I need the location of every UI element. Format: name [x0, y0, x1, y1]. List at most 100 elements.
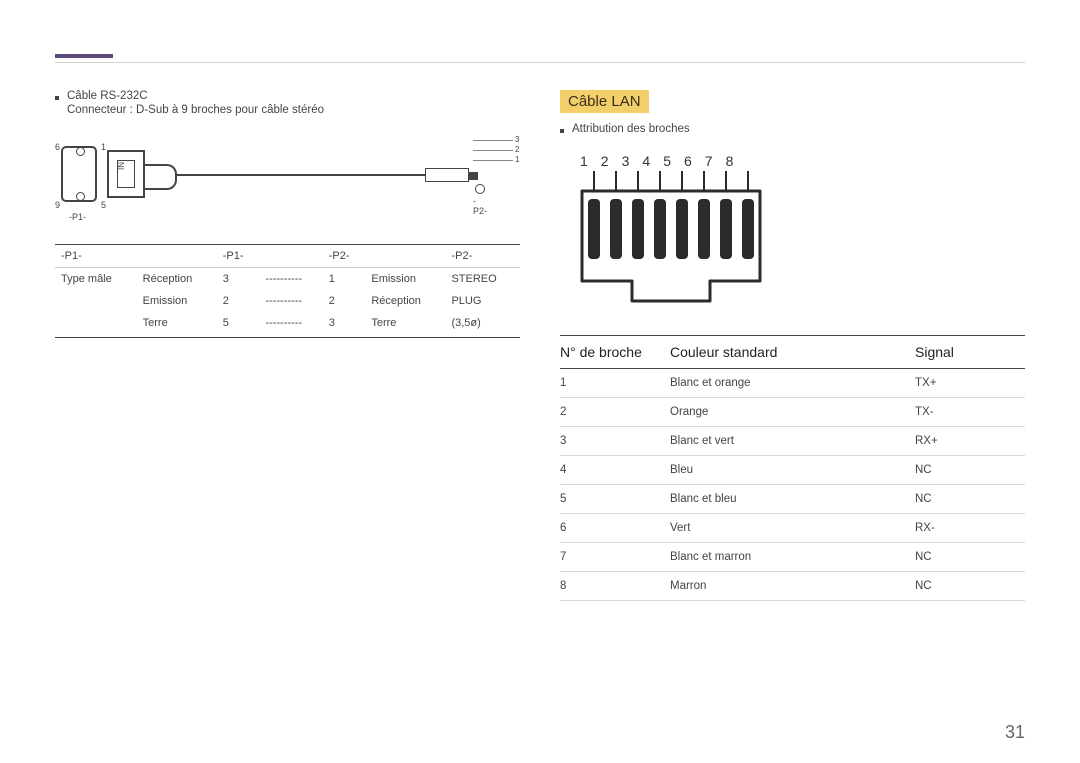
- cell: RX-: [915, 522, 1025, 534]
- table-row: 5 Blanc et bleu NC: [560, 485, 1025, 514]
- th: -P1-: [55, 245, 137, 268]
- pin-num: 7: [705, 153, 713, 169]
- cable-line-icon: [145, 174, 425, 176]
- lead-num: 3: [515, 135, 519, 144]
- pin-num: 1: [580, 153, 588, 169]
- table-row: 1 Blanc et orange TX+: [560, 369, 1025, 398]
- table-row: 7 Blanc et marron NC: [560, 543, 1025, 572]
- dsub-connector-icon: [107, 150, 145, 198]
- lan-section-title: Câble LAN: [560, 90, 649, 113]
- pin-num: 6: [684, 153, 692, 169]
- table-header-row: -P1- -P1- -P2- -P2-: [55, 245, 520, 268]
- lead-num: 1: [515, 155, 519, 164]
- rs232-pin-table: -P1- -P1- -P2- -P2- Type mâle Réception …: [55, 244, 520, 338]
- cell: 2: [323, 290, 366, 312]
- cell: STEREO: [445, 268, 520, 291]
- jack-ring-icon: [475, 184, 485, 194]
- cell: Orange: [670, 406, 915, 418]
- table-row: 2 Orange TX-: [560, 398, 1025, 427]
- cell: NC: [915, 551, 1025, 563]
- th: -P2-: [445, 245, 520, 268]
- cell: Blanc et marron: [670, 551, 915, 563]
- lead-line: [473, 140, 513, 141]
- rs232-title: Câble RS-232C: [67, 90, 148, 102]
- cell: Blanc et orange: [670, 377, 915, 389]
- cell: 3: [217, 268, 260, 291]
- th: [259, 245, 322, 268]
- rj45-connector-icon: [576, 171, 756, 311]
- cell: TX-: [915, 406, 1025, 418]
- rs232-diagram: IN 6 1 9 5 -P1- 3 2 1 -P2-: [55, 132, 485, 232]
- cell: Blanc et bleu: [670, 493, 915, 505]
- cell: Réception: [137, 268, 217, 291]
- pin-num: 3: [622, 153, 630, 169]
- cell: 6: [560, 522, 670, 534]
- table-row: 3 Blanc et vert RX+: [560, 427, 1025, 456]
- table-row: 6 Vert RX-: [560, 514, 1025, 543]
- cell: NC: [915, 580, 1025, 592]
- cell: 3: [560, 435, 670, 447]
- table-row: Emission 2 ---------- 2 Réception PLUG: [55, 290, 520, 312]
- cell: 5: [217, 312, 260, 338]
- cell: 1: [323, 268, 366, 291]
- th: Signal: [915, 344, 1025, 360]
- cell: PLUG: [445, 290, 520, 312]
- pin-label: 1: [101, 142, 106, 152]
- rs232-connector-line: Connecteur : D-Sub à 9 broches pour câbl…: [67, 104, 520, 116]
- p2-caption: -P2-: [473, 196, 487, 216]
- table-row: Terre 5 ---------- 3 Terre (3,5ø): [55, 312, 520, 338]
- cell: ----------: [259, 312, 322, 338]
- cell: Blanc et vert: [670, 435, 915, 447]
- cell: ----------: [259, 268, 322, 291]
- cell: [55, 312, 137, 338]
- cell: NC: [915, 493, 1025, 505]
- rj45-pin-numbers: 1 2 3 4 5 6 7 8: [580, 153, 1025, 169]
- p1-caption: -P1-: [69, 212, 86, 222]
- rs232-bullet: Câble RS-232C: [55, 90, 520, 102]
- cell: TX+: [915, 377, 1025, 389]
- cell: 8: [560, 580, 670, 592]
- screw-icon: [76, 147, 85, 156]
- cell: 2: [217, 290, 260, 312]
- content-columns: Câble RS-232C Connecteur : D-Sub à 9 bro…: [55, 90, 1025, 601]
- pin-label: 9: [55, 200, 60, 210]
- cell: ----------: [259, 290, 322, 312]
- pin-num: 8: [726, 153, 734, 169]
- dsub-outer: [61, 146, 97, 202]
- lead-line: [473, 150, 513, 151]
- cell: Type mâle: [55, 268, 137, 291]
- th: -P1-: [217, 245, 260, 268]
- th: N° de broche: [560, 344, 670, 360]
- cell: [55, 290, 137, 312]
- cell: Terre: [137, 312, 217, 338]
- cell: Réception: [365, 290, 445, 312]
- pin-label: 6: [55, 142, 60, 152]
- lead-num: 2: [515, 145, 519, 154]
- stereo-jack-icon: [425, 168, 469, 182]
- cell: 4: [560, 464, 670, 476]
- cell: Vert: [670, 522, 915, 534]
- th: -P2-: [323, 245, 366, 268]
- pin-num: 4: [642, 153, 650, 169]
- screw-icon: [76, 192, 85, 201]
- cell: 1: [560, 377, 670, 389]
- header-rule: [55, 62, 1025, 63]
- cell: NC: [915, 464, 1025, 476]
- bullet-icon: [55, 96, 59, 100]
- cell: Marron: [670, 580, 915, 592]
- table-row: 8 Marron NC: [560, 572, 1025, 601]
- pin-label: 5: [101, 200, 106, 210]
- page-number: 31: [1005, 722, 1025, 743]
- lan-bullet: Attribution des broches: [560, 123, 1025, 135]
- th: [137, 245, 217, 268]
- cell: RX+: [915, 435, 1025, 447]
- cell: 5: [560, 493, 670, 505]
- left-column: Câble RS-232C Connecteur : D-Sub à 9 bro…: [55, 90, 520, 601]
- cell: 2: [560, 406, 670, 418]
- cell: 7: [560, 551, 670, 563]
- lan-table-header: N° de broche Couleur standard Signal: [560, 335, 1025, 369]
- rj45-diagram: 1 2 3 4 5 6 7 8: [576, 153, 1025, 311]
- lead-line: [473, 160, 513, 161]
- th: [365, 245, 445, 268]
- lan-bullet-text: Attribution des broches: [572, 123, 690, 135]
